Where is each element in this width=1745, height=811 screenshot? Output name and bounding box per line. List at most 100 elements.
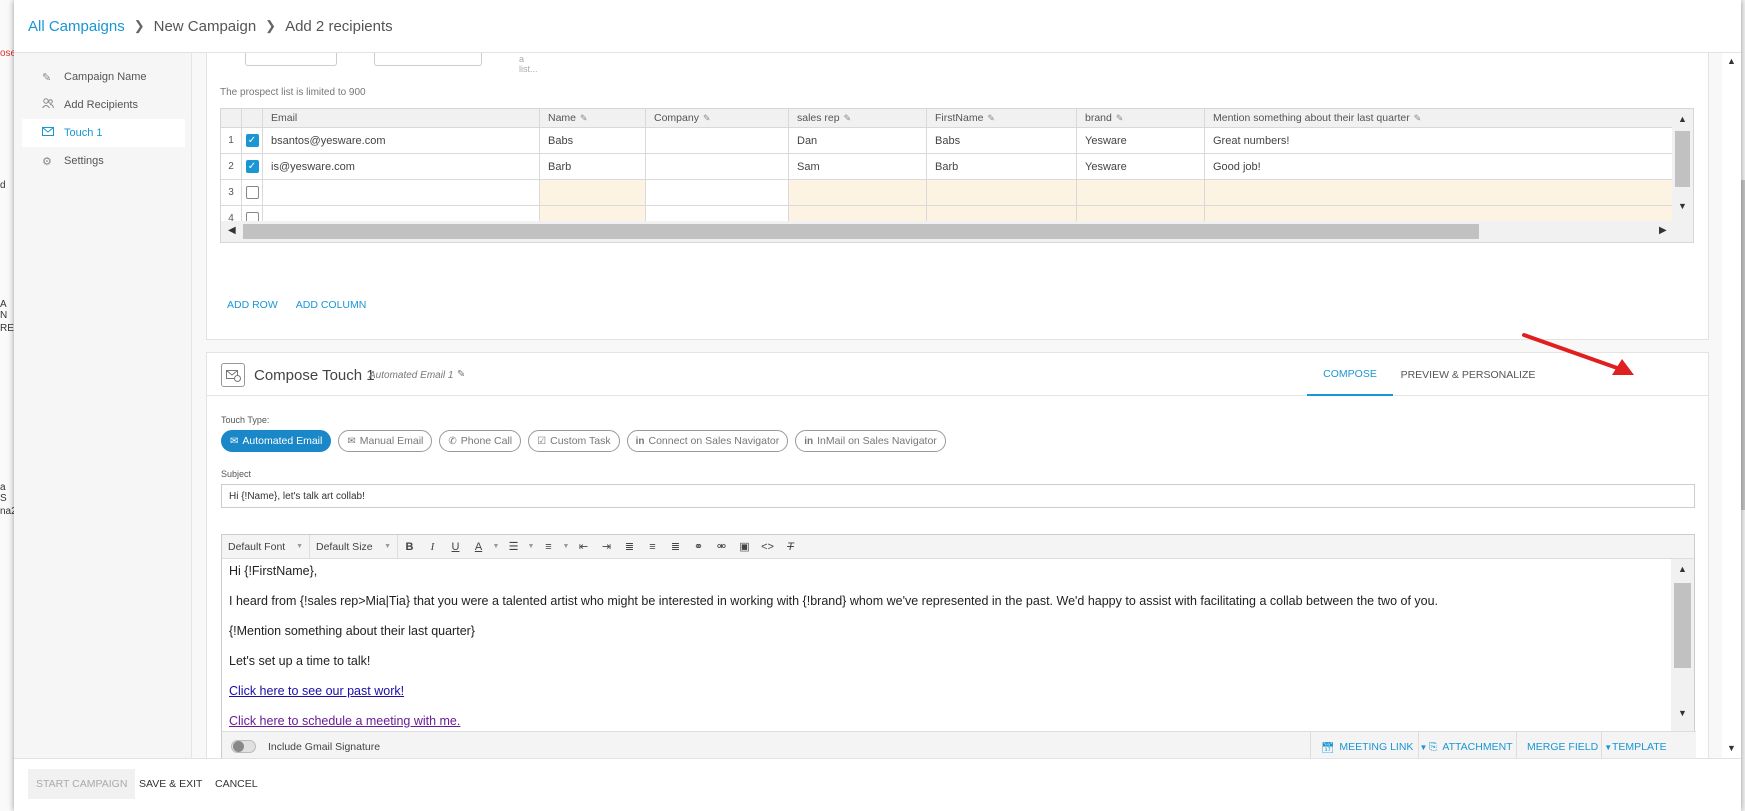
align-left-icon[interactable]: ≣ bbox=[618, 540, 641, 553]
touch-type-manual-email[interactable]: ✉ Manual Email bbox=[338, 430, 433, 452]
cell-mention[interactable]: Great numbers! bbox=[1205, 128, 1674, 153]
underline-icon[interactable]: U bbox=[444, 541, 467, 553]
cell-firstname[interactable] bbox=[927, 180, 1077, 205]
breadcrumb-all-campaigns[interactable]: All Campaigns bbox=[28, 18, 125, 35]
cell-mention[interactable] bbox=[1205, 180, 1674, 205]
touch-type-phone-call[interactable]: ✆ Phone Call bbox=[439, 430, 522, 452]
column-header-name[interactable]: Name ✎ bbox=[540, 109, 646, 127]
indent-icon[interactable]: ⇥ bbox=[595, 540, 618, 553]
cell-company[interactable] bbox=[646, 180, 789, 205]
bold-icon[interactable]: B bbox=[398, 541, 421, 553]
link-icon[interactable]: ⚭ bbox=[687, 540, 710, 553]
row-checkbox[interactable]: ✓ bbox=[245, 160, 259, 173]
pencil-icon[interactable]: ✎ bbox=[457, 369, 465, 380]
column-header-company[interactable]: Company ✎ bbox=[646, 109, 789, 127]
template-button[interactable]: TEMPLATE bbox=[1601, 732, 1677, 758]
breadcrumb-new-campaign[interactable]: New Campaign bbox=[154, 18, 257, 35]
list-input[interactable] bbox=[374, 53, 482, 66]
column-header-mention[interactable]: Mention something about their last quart… bbox=[1205, 109, 1674, 127]
list-input[interactable] bbox=[245, 53, 337, 66]
cell-sales-rep[interactable]: Dan bbox=[789, 128, 927, 153]
cell-sales-rep[interactable]: Sam bbox=[789, 154, 927, 179]
scrollbar-thumb[interactable] bbox=[1674, 583, 1691, 668]
cell-name[interactable]: Babs bbox=[540, 128, 646, 153]
email-body[interactable]: Hi {!FirstName}, I heard from {!sales re… bbox=[222, 559, 1696, 731]
column-header-brand[interactable]: brand ✎ bbox=[1077, 109, 1205, 127]
italic-icon[interactable]: I bbox=[421, 541, 444, 553]
clear-format-icon[interactable]: T bbox=[779, 541, 802, 553]
scroll-up-icon[interactable]: ▲ bbox=[1678, 564, 1687, 574]
touch-type-inmail-sales-navigator[interactable]: in InMail on Sales Navigator bbox=[795, 430, 946, 452]
touch-type-custom-task[interactable]: ☑ Custom Task bbox=[528, 430, 620, 452]
sidebar-item-settings[interactable]: ⚙ Settings bbox=[22, 147, 185, 175]
tab-compose[interactable]: COMPOSE bbox=[1307, 353, 1393, 396]
align-right-icon[interactable]: ≣ bbox=[664, 540, 687, 553]
chevron-down-icon[interactable]: ▼ bbox=[490, 543, 502, 550]
sidebar-item-campaign-name[interactable]: ✎ Campaign Name bbox=[22, 63, 185, 91]
select-list-placeholder[interactable]: Select a list... bbox=[519, 53, 544, 74]
start-campaign-button[interactable]: START CAMPAIGN bbox=[28, 769, 136, 799]
tab-preview-personalize[interactable]: PREVIEW & PERSONALIZE bbox=[1400, 353, 1536, 396]
touch-type-connect-sales-navigator[interactable]: in Connect on Sales Navigator bbox=[626, 430, 789, 452]
cell-name[interactable] bbox=[540, 180, 646, 205]
numbered-list-icon[interactable]: ☰ bbox=[502, 540, 525, 553]
text-color-icon[interactable]: A bbox=[467, 541, 490, 553]
scroll-down-icon[interactable]: ▼ bbox=[1678, 708, 1687, 718]
attachment-button[interactable]: ⎘ ATTACHMENT bbox=[1418, 732, 1523, 758]
scrollbar-thumb[interactable] bbox=[243, 224, 1479, 239]
scrollbar-thumb[interactable] bbox=[1675, 131, 1690, 187]
scroll-down-icon[interactable]: ▼ bbox=[1678, 201, 1687, 211]
scroll-up-icon[interactable]: ▲ bbox=[1727, 56, 1736, 66]
cancel-button[interactable]: CANCEL bbox=[207, 769, 266, 799]
align-center-icon[interactable]: ≡ bbox=[641, 541, 664, 553]
scroll-right-icon[interactable]: ▶ bbox=[1659, 225, 1667, 236]
add-row-button[interactable]: ADD ROW bbox=[227, 299, 278, 311]
cell-company[interactable] bbox=[646, 154, 789, 179]
cell-email[interactable]: bsantos@yesware.com bbox=[263, 128, 540, 153]
row-checkbox[interactable]: ✓ bbox=[245, 134, 259, 147]
column-header-firstname[interactable]: FirstName ✎ bbox=[927, 109, 1077, 127]
chevron-down-icon[interactable]: ▼ bbox=[560, 543, 572, 550]
font-select[interactable]: Default Font ▼ bbox=[222, 534, 310, 559]
past-work-link[interactable]: Click here to see our past work! bbox=[229, 684, 404, 698]
unlink-icon[interactable]: ⚮ bbox=[710, 540, 733, 553]
sidebar-item-touch-1[interactable]: Touch 1 bbox=[22, 119, 185, 147]
scroll-up-icon[interactable]: ▲ bbox=[1678, 114, 1687, 124]
cell-firstname[interactable]: Barb bbox=[927, 154, 1077, 179]
gmail-signature-toggle[interactable] bbox=[231, 740, 256, 753]
cell-company[interactable] bbox=[646, 128, 789, 153]
grid-horizontal-scrollbar[interactable]: ◀ ▶ bbox=[221, 221, 1693, 242]
pencil-icon[interactable]: ✎ bbox=[1116, 113, 1124, 124]
sidebar-item-add-recipients[interactable]: Add Recipients bbox=[22, 91, 185, 119]
cell-email[interactable]: is@yesware.com bbox=[263, 154, 540, 179]
code-icon[interactable]: <> bbox=[756, 541, 779, 553]
pencil-icon[interactable]: ✎ bbox=[844, 113, 852, 124]
chevron-down-icon[interactable]: ▼ bbox=[525, 543, 537, 550]
pencil-icon[interactable]: ✎ bbox=[580, 113, 588, 124]
cell-brand[interactable] bbox=[1077, 180, 1205, 205]
scroll-down-icon[interactable]: ▼ bbox=[1727, 743, 1736, 753]
schedule-meeting-link[interactable]: Click here to schedule a meeting with me… bbox=[229, 714, 460, 728]
editor-vertical-scrollbar[interactable]: ▲ ▼ bbox=[1671, 559, 1694, 731]
cell-mention[interactable]: Good job! bbox=[1205, 154, 1674, 179]
outdent-icon[interactable]: ⇤ bbox=[572, 540, 595, 553]
add-column-button[interactable]: ADD COLUMN bbox=[296, 299, 367, 311]
cell-sales-rep[interactable] bbox=[789, 180, 927, 205]
pencil-icon[interactable]: ✎ bbox=[703, 113, 711, 124]
image-icon[interactable]: ▣ bbox=[733, 540, 756, 553]
grid-vertical-scrollbar[interactable]: ▲ ▼ bbox=[1672, 109, 1693, 223]
cell-email[interactable] bbox=[263, 180, 540, 205]
scroll-left-icon[interactable]: ◀ bbox=[228, 225, 236, 236]
cell-brand[interactable]: Yesware bbox=[1077, 128, 1205, 153]
column-header-email[interactable]: Email bbox=[263, 109, 540, 127]
cell-name[interactable]: Barb bbox=[540, 154, 646, 179]
row-checkbox[interactable] bbox=[245, 186, 259, 199]
cell-firstname[interactable]: Babs bbox=[927, 128, 1077, 153]
save-exit-button[interactable]: SAVE & EXIT bbox=[131, 769, 210, 799]
pencil-icon[interactable]: ✎ bbox=[987, 113, 995, 124]
size-select[interactable]: Default Size ▼ bbox=[310, 534, 398, 559]
cell-brand[interactable]: Yesware bbox=[1077, 154, 1205, 179]
touch-type-automated-email[interactable]: ✉ Automated Email bbox=[221, 430, 332, 452]
subject-input[interactable]: Hi {!Name}, let's talk art collab! bbox=[221, 484, 1695, 508]
content-vertical-scrollbar[interactable]: ▲ ▼ bbox=[1722, 53, 1741, 758]
